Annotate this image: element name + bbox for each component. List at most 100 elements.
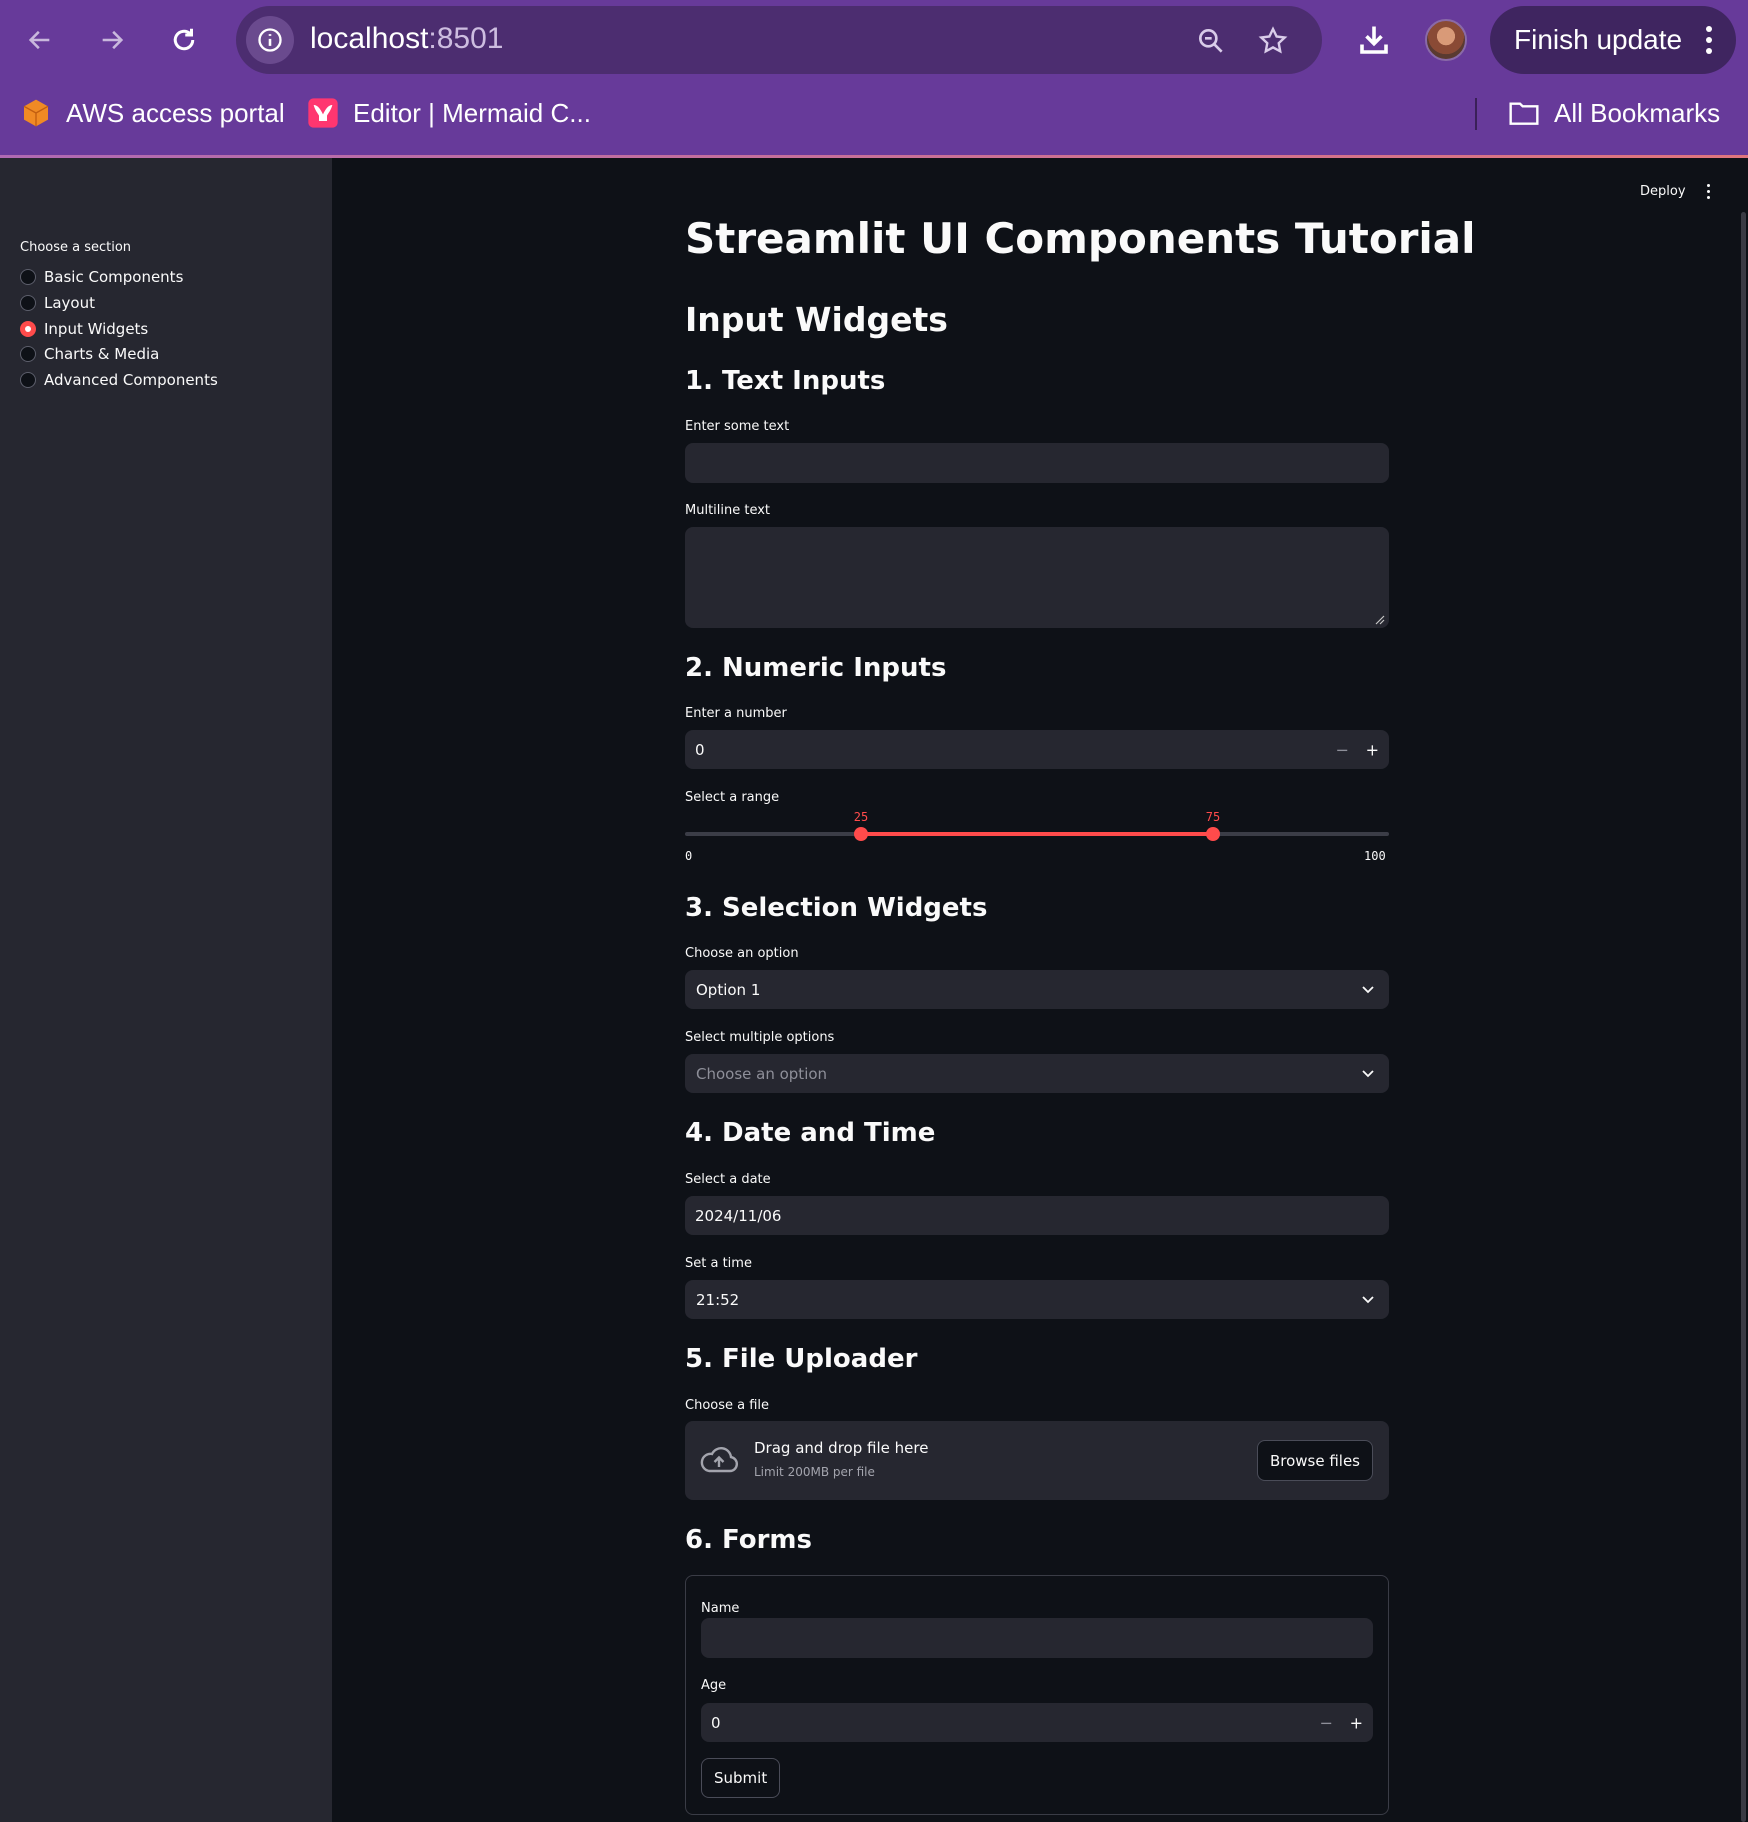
file-uploader-label: Choose a file: [685, 1398, 770, 1413]
range-low-value: 25: [853, 810, 869, 824]
scrollbar[interactable]: [1741, 212, 1746, 1822]
selection-heading: 3. Selection Widgets: [685, 893, 988, 923]
form-age-value[interactable]: 0: [711, 1714, 721, 1732]
chevron-down-icon[interactable]: [1361, 1293, 1375, 1307]
arrow-left-icon: [28, 30, 50, 50]
url-text[interactable]: localhost:8501: [310, 22, 503, 56]
dropzone-limit: Limit 200MB per file: [754, 1465, 875, 1479]
time-input[interactable]: 21:52: [685, 1280, 1389, 1319]
time-input-label: Set a time: [685, 1256, 752, 1271]
radio-label: Layout: [44, 294, 95, 312]
browse-files-button[interactable]: Browse files: [1256, 1440, 1373, 1481]
chevron-down-icon[interactable]: [1361, 1067, 1375, 1081]
radio-advanced-components[interactable]: Advanced Components: [20, 369, 218, 391]
finish-update-label: Finish update: [1514, 24, 1683, 55]
forms-heading: 6. Forms: [685, 1525, 812, 1555]
number-value[interactable]: 0: [695, 741, 705, 759]
selectbox-label: Choose an option: [685, 946, 799, 961]
datetime-heading: 4. Date and Time: [685, 1118, 936, 1148]
decrement-button[interactable]: −: [1336, 740, 1349, 759]
form-submit-button[interactable]: Submit: [701, 1758, 781, 1798]
increment-button[interactable]: +: [1366, 740, 1379, 759]
profile-avatar[interactable]: [1425, 19, 1467, 61]
form-name-label: Name: [701, 1601, 740, 1616]
sidebar: [0, 158, 332, 1822]
deploy-button[interactable]: Deploy: [1640, 184, 1686, 199]
selectbox[interactable]: Option 1: [685, 970, 1389, 1009]
multiselect-placeholder: Choose an option: [696, 1064, 828, 1083]
form-age-increment-button[interactable]: +: [1350, 1713, 1363, 1732]
address-bar[interactable]: localhost:8501: [236, 6, 1322, 74]
multiselect[interactable]: Choose an option: [685, 1054, 1389, 1093]
radio-basic-components[interactable]: Basic Components: [20, 266, 183, 288]
browser-chrome: localhost:8501 Finish update AWS access …: [0, 0, 1748, 157]
dropzone-text: Drag and drop file here: [754, 1439, 929, 1457]
radio-layout[interactable]: Layout: [20, 292, 95, 314]
reload-button[interactable]: [160, 16, 208, 64]
multiline-textarea[interactable]: [685, 527, 1389, 628]
form-age-input[interactable]: 0 − +: [701, 1703, 1373, 1742]
date-input[interactable]: 2024/11/06: [685, 1196, 1389, 1235]
number-input[interactable]: 0 − +: [685, 730, 1389, 769]
form-name-input[interactable]: [701, 1618, 1373, 1658]
radio-icon[interactable]: [20, 346, 36, 362]
bookmark-star-icon[interactable]: [1256, 24, 1290, 58]
text-inputs-heading: 1. Text Inputs: [685, 366, 886, 396]
text-input-label: Enter some text: [685, 419, 790, 434]
resize-handle-icon[interactable]: [1373, 613, 1385, 625]
file-dropzone[interactable]: Drag and drop file here Limit 200MB per …: [685, 1421, 1389, 1500]
finish-update-button[interactable]: Finish update: [1490, 6, 1736, 74]
radio-label: Charts & Media: [44, 345, 160, 363]
site-info-icon[interactable]: [246, 16, 294, 64]
bookmark-aws[interactable]: AWS access portal: [20, 96, 285, 130]
text-input[interactable]: [685, 443, 1389, 483]
multiselect-label: Select multiple options: [685, 1030, 835, 1045]
radio-icon[interactable]: [20, 372, 36, 388]
radio-selected-icon[interactable]: [20, 321, 36, 337]
section-title: Input Widgets: [685, 300, 948, 339]
time-value: 21:52: [696, 1290, 740, 1309]
form-age-decrement-button[interactable]: −: [1320, 1713, 1333, 1732]
bookmark-aws-label: AWS access portal: [66, 97, 285, 128]
arrow-right-icon: [102, 30, 124, 50]
folder-icon: [1508, 97, 1540, 129]
radio-label: Basic Components: [44, 268, 184, 286]
reload-icon: [173, 28, 195, 51]
radio-label: Input Widgets: [44, 320, 149, 338]
all-bookmarks[interactable]: All Bookmarks: [1508, 96, 1720, 130]
chevron-down-icon[interactable]: [1361, 983, 1375, 997]
range-slider-fill: [861, 832, 1213, 836]
sidebar-title: Choose a section: [20, 240, 132, 255]
radio-input-widgets[interactable]: Input Widgets: [20, 318, 148, 340]
range-high-thumb[interactable]: [1206, 827, 1220, 841]
bookmark-divider: [1475, 98, 1477, 130]
date-input-label: Select a date: [685, 1172, 771, 1187]
range-slider[interactable]: 25 75: [685, 810, 1389, 841]
browser-menu-icon[interactable]: [1706, 26, 1712, 54]
number-input-label: Enter a number: [685, 706, 787, 721]
range-low-thumb[interactable]: [854, 827, 868, 841]
all-bookmarks-label: All Bookmarks: [1554, 97, 1721, 128]
download-icon[interactable]: [1352, 18, 1396, 62]
mermaid-icon: [307, 97, 339, 129]
selectbox-value: Option 1: [696, 980, 761, 999]
radio-label: Advanced Components: [44, 371, 218, 389]
back-button[interactable]: [16, 16, 64, 64]
multiline-label: Multiline text: [685, 503, 771, 518]
radio-icon[interactable]: [20, 295, 36, 311]
numeric-inputs-heading: 2. Numeric Inputs: [685, 653, 947, 683]
range-min-label: 0: [685, 849, 693, 863]
range-slider-label: Select a range: [685, 790, 780, 805]
forward-button[interactable]: [88, 16, 136, 64]
bookmark-mermaid[interactable]: Editor | Mermaid C...: [307, 96, 591, 130]
bookmark-mermaid-label: Editor | Mermaid C...: [353, 97, 591, 128]
range-high-value: 75: [1205, 810, 1221, 824]
zoom-icon[interactable]: [1194, 24, 1228, 58]
aws-cube-icon: [20, 97, 52, 129]
radio-icon[interactable]: [20, 269, 36, 285]
page-title: Streamlit UI Components Tutorial: [685, 214, 1476, 263]
range-max-label: 100: [1364, 849, 1386, 863]
radio-charts-media[interactable]: Charts & Media: [20, 343, 159, 365]
form-container: Name Age 0 − + Submit: [685, 1575, 1389, 1815]
app-menu-icon[interactable]: [1707, 184, 1710, 199]
